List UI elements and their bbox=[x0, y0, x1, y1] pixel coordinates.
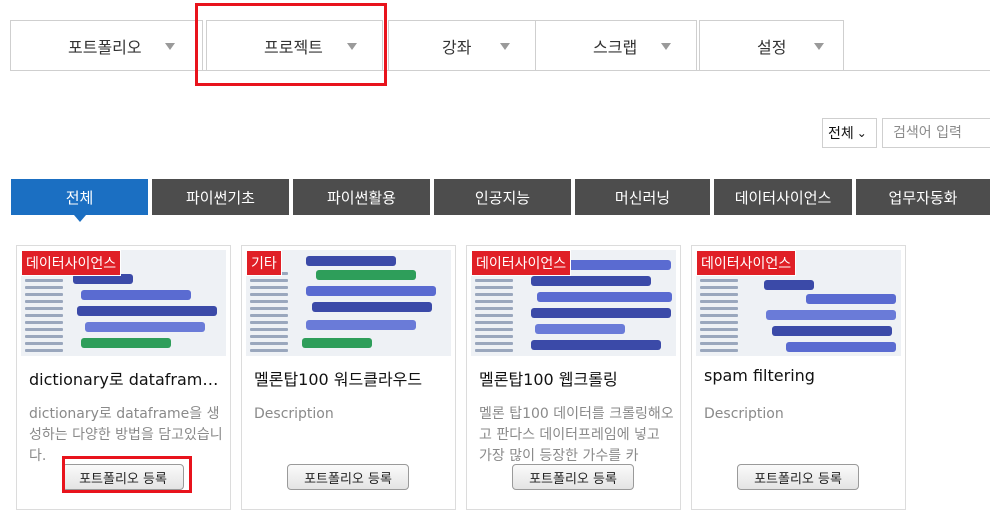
category-label: 전체 bbox=[65, 188, 94, 207]
card-description: 멜론 탑100 데이터를 크롤링해오고 판다스 데이터프레임에 넣고 가장 많이… bbox=[479, 406, 674, 464]
register-portfolio-button[interactable]: 포트폴리오 등록 bbox=[512, 464, 634, 490]
category-badge: 데이터사이언스 bbox=[21, 250, 122, 276]
category-data-science[interactable]: 데이터사이언스 bbox=[714, 179, 852, 215]
nav-tab-label: 포트폴리오 bbox=[68, 37, 142, 57]
category-label: 파이썬기초 bbox=[185, 188, 255, 207]
card-description: Description bbox=[704, 406, 784, 422]
project-thumbnail: 기타 bbox=[246, 250, 451, 356]
category-badge: 기타 bbox=[246, 250, 282, 276]
register-portfolio-button[interactable]: 포트폴리오 등록 bbox=[737, 464, 859, 490]
card-description: Description bbox=[254, 406, 334, 422]
card-title[interactable]: dictionary로 dataframe… bbox=[29, 366, 224, 390]
card-description: dictionary로 dataframe을 생성하는 다양한 방법을 담고있습… bbox=[29, 406, 223, 464]
nav-tab-portfolio[interactable]: 포트폴리오 bbox=[10, 20, 203, 70]
project-thumbnail: 데이터사이언스 bbox=[21, 250, 226, 356]
category-label: 업무자동화 bbox=[888, 188, 958, 207]
chevron-down-icon bbox=[661, 43, 671, 50]
card-title[interactable]: 멜론탑100 웹크롤링 bbox=[479, 366, 674, 390]
project-card[interactable]: 데이터사이언스 멜론탑100 웹크롤링 멜론 탑100 데이터를 크롤링해오고 … bbox=[466, 245, 681, 510]
top-nav: 포트폴리오 프로젝트 강좌 스크랩 설정 bbox=[10, 20, 990, 71]
nav-tab-courses[interactable]: 강좌 bbox=[388, 20, 539, 70]
search-input[interactable] bbox=[883, 119, 990, 147]
category-label: 인공지능 bbox=[474, 188, 531, 207]
category-all[interactable]: 전체 bbox=[11, 179, 148, 222]
chevron-down-icon bbox=[814, 43, 824, 50]
chevron-down-icon bbox=[165, 43, 175, 50]
nav-tab-scrap[interactable]: 스크랩 bbox=[535, 20, 697, 70]
chevron-down-icon: ⌄ bbox=[856, 126, 867, 140]
card-title[interactable]: 멜론탑100 워드클라우드 bbox=[254, 366, 449, 390]
category-ai[interactable]: 인공지능 bbox=[434, 179, 571, 215]
category-badge: 데이터사이언스 bbox=[471, 250, 572, 276]
category-python-apps[interactable]: 파이썬활용 bbox=[293, 179, 430, 215]
register-portfolio-button[interactable]: 포트폴리오 등록 bbox=[62, 464, 184, 490]
category-badge: 데이터사이언스 bbox=[696, 250, 797, 276]
card-title[interactable]: spam filtering bbox=[704, 366, 899, 385]
search-scope-value: 전체 bbox=[828, 126, 854, 142]
category-label: 파이썬활용 bbox=[326, 188, 396, 207]
nav-tab-label: 강좌 bbox=[442, 37, 472, 57]
search-scope-select[interactable]: 전체 ⌄ bbox=[822, 118, 877, 148]
register-portfolio-button[interactable]: 포트폴리오 등록 bbox=[287, 464, 409, 490]
nav-tab-settings[interactable]: 설정 bbox=[699, 20, 844, 70]
category-machine-learning[interactable]: 머신러닝 bbox=[575, 179, 710, 215]
nav-tab-label: 설정 bbox=[757, 37, 787, 57]
category-label: 데이터사이언스 bbox=[734, 188, 832, 207]
search-box[interactable] bbox=[882, 118, 990, 148]
category-automation[interactable]: 업무자동화 bbox=[856, 179, 990, 215]
chevron-down-icon bbox=[347, 43, 357, 50]
project-thumbnail: 데이터사이언스 bbox=[471, 250, 676, 356]
category-python-basics[interactable]: 파이썬기초 bbox=[152, 179, 289, 215]
project-card[interactable]: 기타 멜론탑100 워드클라우드 Description 포트폴리오 등록 bbox=[241, 245, 456, 510]
project-card[interactable]: 데이터사이언스 spam filtering Description 포트폴리오… bbox=[691, 245, 906, 510]
project-card[interactable]: 데이터사이언스 dictionary로 dataframe… dictionar… bbox=[16, 245, 231, 510]
nav-tab-label: 스크랩 bbox=[593, 37, 638, 57]
nav-tab-project[interactable]: 프로젝트 bbox=[206, 20, 383, 70]
project-thumbnail: 데이터사이언스 bbox=[696, 250, 901, 356]
nav-tab-label: 프로젝트 bbox=[264, 37, 323, 57]
chevron-down-icon bbox=[500, 43, 510, 50]
category-label: 머신러닝 bbox=[614, 188, 671, 207]
